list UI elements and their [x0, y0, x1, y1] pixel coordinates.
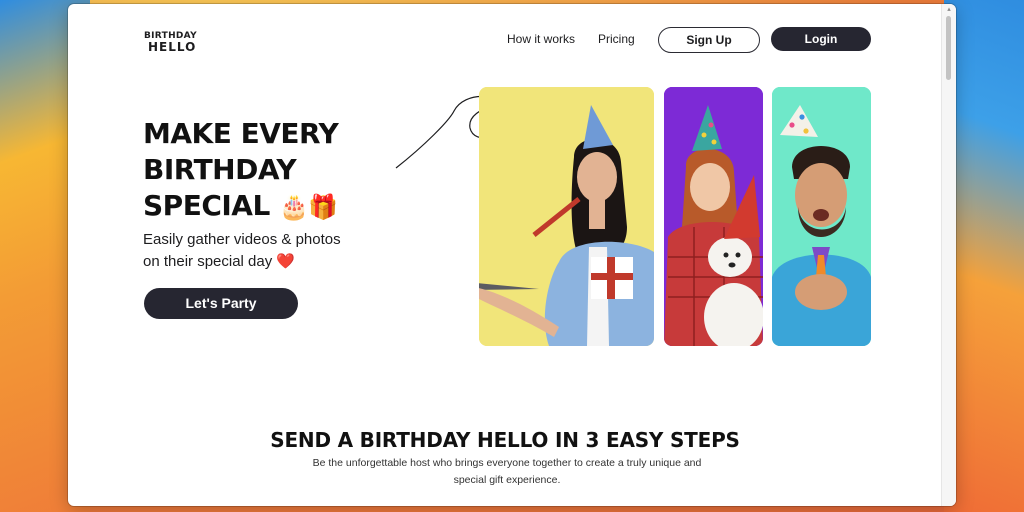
hero-subtitle: Easily gather videos & photos on their s…: [143, 229, 403, 273]
steps-subtitle-line1: Be the unforgettable host who brings eve…: [312, 457, 702, 469]
cake-gift-emoji: 🎂🎁: [279, 193, 338, 221]
signup-button[interactable]: Sign Up: [658, 27, 760, 53]
page-content: BIRTHDAY HELLO How it works Pricing Sign…: [68, 4, 942, 506]
nav-pricing[interactable]: Pricing: [598, 32, 635, 46]
desktop-wallpaper-right: [944, 0, 1024, 512]
woman-laptop-illustration: [479, 87, 654, 346]
steps-heading: SEND A BIRTHDAY HELLO IN 3 EASY STEPS: [270, 428, 740, 452]
excited-man-illustration: [772, 87, 871, 346]
scroll-up-icon[interactable]: ▴: [945, 6, 953, 14]
nav-how-it-works[interactable]: How it works: [507, 32, 575, 46]
hero-title: MAKE EVERY BIRTHDAY SPECIAL 🎂🎁: [143, 116, 403, 225]
hero-title-line1: MAKE EVERY: [143, 117, 339, 150]
browser-window: BIRTHDAY HELLO How it works Pricing Sign…: [68, 4, 956, 506]
heart-icon: ❤️: [276, 253, 296, 270]
login-button[interactable]: Login: [771, 27, 871, 51]
hero-subtitle-line1: Easily gather videos & photos: [143, 231, 341, 248]
logo-line2: HELLO: [148, 40, 197, 54]
steps-subtitle: Be the unforgettable host who brings eve…: [292, 455, 722, 489]
hero-subtitle-line2: on their special day: [143, 253, 273, 270]
photo-excited-man: [772, 87, 871, 346]
hero-title-line2: BIRTHDAY: [143, 153, 297, 186]
lets-party-button[interactable]: Let's Party: [144, 288, 298, 319]
steps-subtitle-line2: special gift experience.: [453, 474, 561, 486]
hero-title-line3: SPECIAL: [143, 189, 270, 222]
hero-title-line3-wrap: SPECIAL 🎂🎁: [143, 188, 403, 225]
scrollbar-thumb[interactable]: [946, 16, 951, 80]
hero-subtitle-line2-wrap: on their special day ❤️: [143, 251, 403, 273]
vertical-scrollbar[interactable]: ▴: [941, 4, 956, 506]
girl-dog-illustration: [664, 87, 763, 346]
brand-logo[interactable]: BIRTHDAY HELLO: [144, 31, 200, 57]
photo-girl-dog: [664, 87, 763, 346]
photo-woman-laptop: [479, 87, 654, 346]
